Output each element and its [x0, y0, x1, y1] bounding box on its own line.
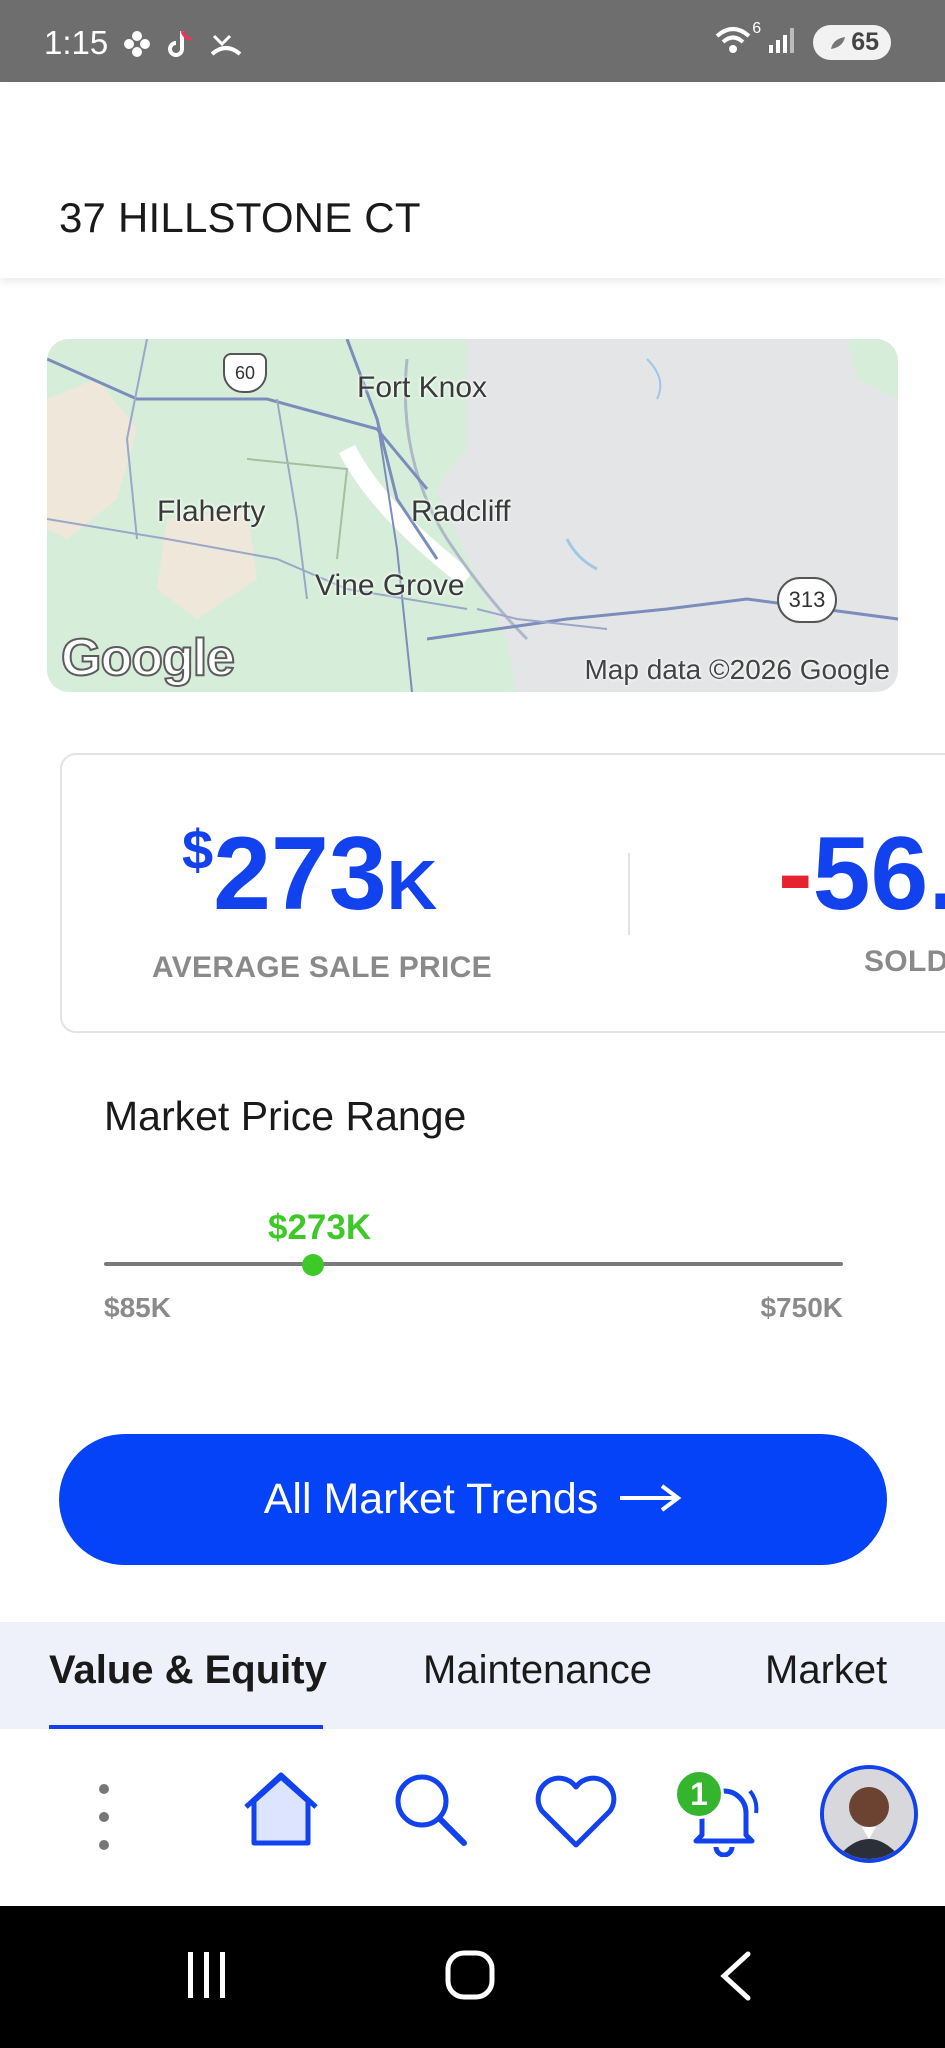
all-market-trends-label: All Market Trends: [263, 1475, 599, 1523]
heart-icon[interactable]: [534, 1775, 618, 1854]
tab-market[interactable]: Market: [765, 1648, 887, 1693]
route-60-label: 60: [234, 362, 256, 383]
route-60-shield: 60: [223, 353, 267, 393]
route-313-label: 313: [788, 587, 826, 612]
currency-symbol: $: [182, 818, 214, 881]
tiktok-icon: [166, 28, 196, 65]
all-market-trends-button[interactable]: All Market Trends: [59, 1434, 887, 1565]
average-sale-price-label: AVERAGE SALE PRICE: [152, 951, 492, 984]
property-address: 37 HILLSTONE CT: [59, 194, 421, 241]
battery-level: 65: [851, 28, 879, 56]
notification-badge: 1: [674, 1769, 724, 1819]
map-label-radcliff: Radcliff: [411, 495, 511, 528]
wifi-icon: 6: [713, 20, 761, 61]
missed-call-icon: [210, 30, 242, 63]
price-range-current: $273K: [268, 1208, 372, 1247]
price-range-marker: [302, 1254, 325, 1276]
wifi-label: 6: [752, 20, 762, 37]
map-label-fort-knox: Fort Knox: [357, 371, 488, 404]
system-icons: 6 65: [713, 20, 891, 61]
map-credit: Map data ©2026 Google: [584, 654, 890, 685]
price-range-min: $85K: [104, 1292, 171, 1323]
signal-icon: [767, 25, 799, 60]
avatar-image: [824, 1769, 914, 1859]
map-view[interactable]: 60 313 Fort Knox Flaherty Radcliff Vine …: [47, 339, 898, 692]
notification-icons: [122, 28, 242, 65]
tab-value-equity[interactable]: Value & Equity: [49, 1648, 327, 1693]
price-range-track: [104, 1262, 843, 1266]
route-313-shield: 313: [777, 577, 837, 623]
home-icon[interactable]: [238, 1769, 324, 1854]
market-stats-card[interactable]: $273K AVERAGE SALE PRICE -56. SOLD: [60, 753, 945, 1033]
sold-label: SOLD: [864, 945, 945, 978]
google-logo: Google: [60, 628, 236, 688]
average-sale-price-value: $273K: [182, 815, 437, 934]
sold-sign: -: [778, 816, 813, 932]
sold-change-value: -56.: [778, 815, 945, 934]
recent-apps-icon[interactable]: [184, 1950, 230, 2005]
battery-icon: 65: [813, 25, 891, 60]
system-nav-bar: [0, 1906, 945, 2048]
map-label-vine-grove: Vine Grove: [315, 569, 465, 602]
stat-divider: [628, 853, 630, 935]
price-range-title: Market Price Range: [104, 1093, 467, 1139]
status-bar: 1:15 6 65: [0, 0, 945, 82]
home-button-icon[interactable]: [444, 1950, 496, 2005]
page-header: 37 HILLSTONE CT: [0, 82, 945, 278]
flower-icon: [122, 29, 152, 64]
avg-price-unit: K: [386, 846, 438, 924]
more-icon[interactable]: [92, 1781, 116, 1858]
price-range-max: $750K: [760, 1292, 843, 1323]
arrow-right-icon: [618, 1475, 682, 1524]
section-tabs: Value & Equity Maintenance Market: [0, 1622, 945, 1729]
avatar[interactable]: [820, 1765, 918, 1863]
search-icon[interactable]: [390, 1769, 470, 1854]
status-time: 1:15: [44, 24, 109, 61]
tab-maintenance[interactable]: Maintenance: [423, 1648, 652, 1693]
back-icon[interactable]: [716, 1950, 756, 2007]
sold-number: 56.: [812, 816, 945, 932]
map-label-flaherty: Flaherty: [157, 495, 266, 528]
bottom-nav: 1: [0, 1729, 945, 1906]
avg-price-number: 273: [213, 816, 387, 932]
